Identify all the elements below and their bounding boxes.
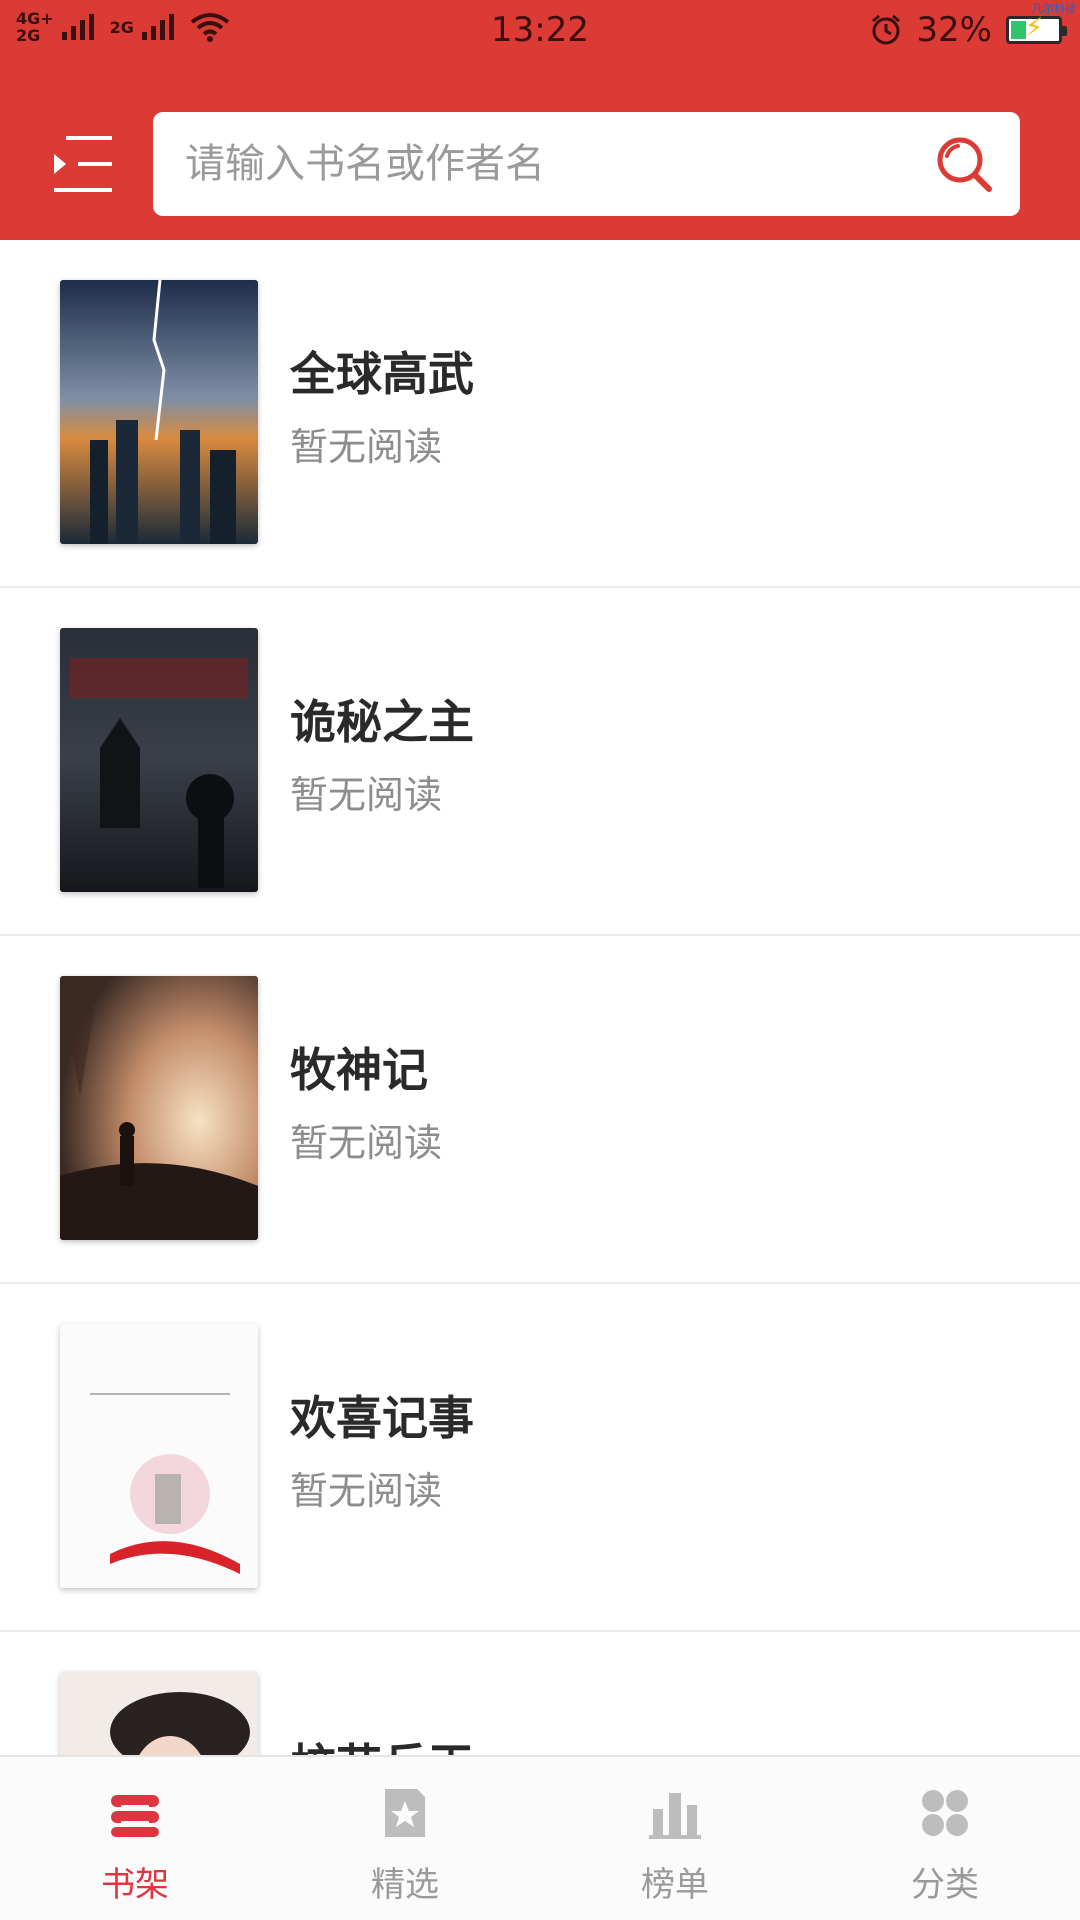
book-cover[interactable]	[60, 280, 258, 544]
tab-label: 榜单	[641, 1865, 709, 1905]
search-box[interactable]	[153, 112, 1020, 216]
book-title[interactable]: 诡秘之主	[290, 686, 474, 752]
book-cover[interactable]	[60, 628, 258, 892]
bookshelf-icon	[111, 1795, 159, 1837]
tab-label: 分类	[911, 1865, 979, 1905]
corner-tag: 凡尔科技	[1032, 2, 1076, 15]
system-indicators: 32% ⚡	[870, 10, 1067, 50]
book-cover-art	[60, 1672, 258, 1755]
book-item[interactable]: 全球高武 暂无阅读	[0, 240, 1080, 588]
bottom-tab-bar: 书架 精选 榜单 分类	[0, 1755, 1080, 1920]
battery-icon: ⚡	[1006, 13, 1067, 44]
tab-label: 书架	[101, 1865, 169, 1905]
chart-icon	[649, 1793, 701, 1839]
alarm-icon	[872, 14, 901, 45]
menu-button[interactable]	[52, 134, 114, 194]
book-cover[interactable]	[60, 976, 258, 1240]
book-item[interactable]: 校花兵王	[0, 1632, 1080, 1755]
grid-icon	[922, 1790, 968, 1836]
book-title[interactable]: 欢喜记事	[290, 1382, 474, 1448]
book-title[interactable]: 牧神记	[290, 1034, 428, 1100]
book-status: 暂无阅读	[290, 1121, 443, 1165]
menu-icon	[54, 136, 112, 192]
search-icon[interactable]	[934, 134, 994, 194]
tab-categories[interactable]: 分类	[810, 1757, 1080, 1920]
status-bar: 4G+ 2G 2G 13:22 32% ⚡ 凡尔科技	[0, 0, 1080, 60]
tab-featured[interactable]: 精选	[270, 1757, 540, 1920]
header-bar: 4G+ 2G 2G 13:22 32% ⚡ 凡尔科技 请输入书名或作者名	[0, 0, 1080, 240]
star-icon	[385, 1789, 425, 1837]
book-status: 暂无阅读	[290, 773, 443, 817]
book-title[interactable]: 全球高武	[290, 338, 474, 404]
tab-rankings[interactable]: 榜单	[540, 1757, 810, 1920]
tab-label: 精选	[371, 1865, 439, 1905]
book-cover[interactable]	[60, 1324, 258, 1588]
book-cover-art	[60, 1324, 258, 1588]
search-input[interactable]	[183, 112, 923, 216]
book-cover-art	[60, 280, 258, 544]
book-status: 暂无阅读	[290, 425, 443, 469]
book-title[interactable]: 校花兵王	[290, 1730, 474, 1755]
book-cover[interactable]	[60, 1672, 258, 1755]
book-cover-art	[60, 976, 258, 1240]
battery-percent: 32%	[916, 10, 992, 50]
tab-bookshelf[interactable]: 书架	[0, 1757, 270, 1920]
bookshelf-list: 全球高武 暂无阅读 诡秘之主 暂无阅读 牧神记 暂无阅读 欢喜记事 暂无阅读	[0, 240, 1080, 1755]
book-item[interactable]: 牧神记 暂无阅读	[0, 936, 1080, 1284]
book-status: 暂无阅读	[290, 1469, 443, 1513]
book-item[interactable]: 诡秘之主 暂无阅读	[0, 588, 1080, 936]
book-item[interactable]: 欢喜记事 暂无阅读	[0, 1284, 1080, 1632]
book-cover-art	[60, 628, 258, 892]
